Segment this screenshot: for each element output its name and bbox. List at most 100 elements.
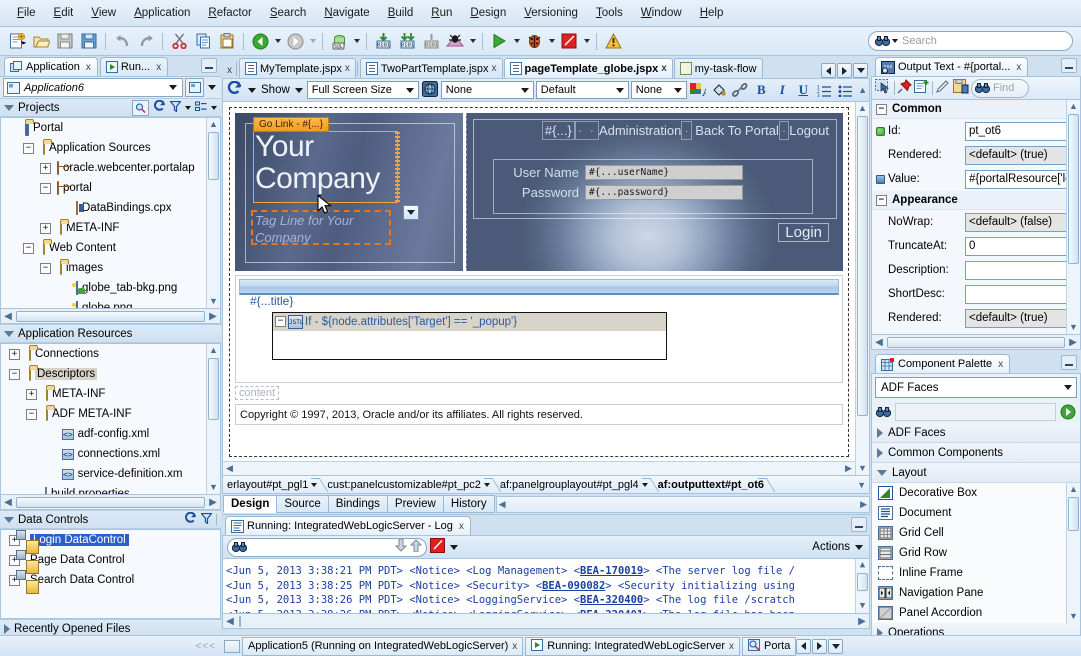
- log-error-code[interactable]: BEA-320400: [580, 594, 643, 606]
- log-stop-dropdown-arrow[interactable]: [448, 539, 460, 555]
- breadcrumb-item[interactable]: af:outputtext#pt_ot6: [654, 477, 770, 493]
- tree-item[interactable]: DataBindings.cpx: [1, 198, 220, 218]
- menu-design[interactable]: Design: [461, 4, 515, 22]
- show-dropdown-arrow[interactable]: [293, 82, 305, 98]
- status-list-button[interactable]: [828, 638, 844, 654]
- login-globe-panel[interactable]: #{...} · · Administration · Back To Portal ·…: [466, 113, 843, 271]
- screen-size-combo[interactable]: Full Screen Size: [306, 81, 419, 99]
- copy-icon[interactable]: [192, 30, 214, 52]
- breadcrumb-item[interactable]: cust:panelcustomizable#pt_pc2: [323, 477, 495, 493]
- topnav-administration[interactable]: Administration: [599, 123, 681, 138]
- run-dropdown-arrow[interactable]: [511, 31, 522, 51]
- scroll-left-icon[interactable]: ◀: [1, 497, 15, 508]
- tree-item[interactable]: + META-INF: [1, 218, 220, 238]
- title-expression[interactable]: #{...title}: [250, 294, 293, 308]
- project-tree-vscroll[interactable]: ▲ ▼: [206, 118, 220, 308]
- palette-item[interactable]: Decorative Box: [872, 483, 1080, 503]
- menu-versioning[interactable]: Versioning: [515, 4, 587, 22]
- sql-icon[interactable]: SQL: [328, 30, 350, 52]
- log-error-code[interactable]: BEA-320401: [580, 609, 643, 614]
- status-grip[interactable]: [224, 639, 240, 653]
- new-icon[interactable]: [6, 30, 28, 52]
- link-icon[interactable]: [731, 81, 750, 100]
- property-value-field[interactable]: [965, 260, 1078, 280]
- none-combo-2[interactable]: None: [630, 81, 687, 99]
- tree-item[interactable]: <> service-definition.xm: [1, 464, 220, 484]
- expand-icon[interactable]: +: [9, 348, 20, 360]
- close-icon[interactable]: x: [225, 65, 236, 78]
- resources-tree-hscroll[interactable]: ◀ ▶: [0, 495, 221, 510]
- tab-component-palette[interactable]: Component Palette x: [875, 354, 1011, 373]
- refresh-icon[interactable]: [153, 99, 166, 115]
- chevron-down-icon[interactable]: [167, 80, 179, 96]
- collapse-icon[interactable]: −: [40, 182, 51, 194]
- editor-tab-my-task-flow[interactable]: my-task-flow: [673, 58, 763, 78]
- warning-icon[interactable]: [602, 30, 624, 52]
- refresh-dropdown-arrow[interactable]: [246, 82, 258, 98]
- tree-item[interactable]: − ADF META-INF: [1, 404, 220, 424]
- scroll-up-icon[interactable]: ▲: [856, 559, 870, 572]
- tab-list-button[interactable]: [853, 63, 868, 78]
- tree-item[interactable]: − Web Content: [1, 238, 220, 258]
- pin-icon[interactable]: [897, 79, 912, 97]
- scroll-right-icon[interactable]: ▶: [842, 463, 855, 474]
- palette-item[interactable]: Document: [872, 503, 1080, 523]
- property-value-field[interactable]: pt_ot6: [965, 121, 1078, 141]
- tree-item[interactable]: Portal: [1, 118, 220, 138]
- sql-dropdown-arrow[interactable]: [351, 31, 362, 51]
- application-combo[interactable]: Application6: [3, 78, 183, 97]
- chevron-down-icon[interactable]: [614, 82, 626, 98]
- tab-prev-button[interactable]: [821, 63, 836, 78]
- close-icon[interactable]: x: [1016, 62, 1021, 73]
- collapse-icon[interactable]: −: [23, 242, 34, 254]
- tab-output-text-properties[interactable]: xyz Output Text - #{portal... x: [875, 57, 1029, 76]
- data-controls-header[interactable]: Data Controls: [0, 510, 221, 529]
- log-hscroll[interactable]: ◀ ▶: [222, 614, 870, 629]
- copyright-region[interactable]: Copyright © 1997, 2013, Oracle and/or it…: [235, 404, 843, 425]
- log-vscroll[interactable]: ▲ ▼: [855, 559, 869, 613]
- scroll-right-icon[interactable]: ▶: [860, 499, 867, 510]
- log-output[interactable]: ▲ ▼ <Jun 5, 2013 3:38:21 PM PDT> <Notice…: [222, 559, 870, 614]
- debug-icon[interactable]: [523, 30, 545, 52]
- close-icon[interactable]: x: [492, 63, 497, 74]
- cut-icon[interactable]: [168, 30, 190, 52]
- pi-vscroll[interactable]: ▲ ▼: [1066, 100, 1080, 334]
- menu-application[interactable]: Application: [125, 4, 199, 22]
- status-tab[interactable]: Running: IntegratedWebLogicServer x: [525, 636, 741, 656]
- view-tab-design[interactable]: Design: [223, 495, 278, 513]
- font-color-icon[interactable]: A: [689, 81, 708, 100]
- status-tab[interactable]: Application5 (Running on IntegratedWebLo…: [242, 636, 524, 656]
- actions-dropdown-arrow[interactable]: [853, 539, 865, 555]
- close-icon[interactable]: x: [512, 641, 517, 652]
- open-icon[interactable]: [30, 30, 52, 52]
- run-icon[interactable]: [488, 30, 510, 52]
- expand-icon[interactable]: +: [40, 222, 51, 234]
- topnav-back-to-portal[interactable]: Back To Portal: [695, 123, 779, 138]
- tree-item[interactable]: − portal: [1, 178, 220, 198]
- pi-hscroll[interactable]: ◀ ▶: [871, 335, 1081, 350]
- search-up-icon[interactable]: [409, 539, 423, 555]
- paste-icon[interactable]: [216, 30, 238, 52]
- palette-section-common-components[interactable]: Common Components: [872, 443, 1080, 463]
- scroll-left-icon[interactable]: ◀: [1, 311, 15, 322]
- search-projects-icon[interactable]: [132, 99, 149, 116]
- step-into-icon[interactable]: 0101: [372, 30, 394, 52]
- menu-run[interactable]: Run: [422, 4, 461, 22]
- tree-item[interactable]: <> adf-config.xml: [1, 424, 220, 444]
- collapse-icon[interactable]: −: [275, 316, 286, 327]
- palette-item[interactable]: Panel Accordion: [872, 603, 1080, 623]
- expand-icon[interactable]: +: [40, 162, 51, 174]
- tree-item[interactable]: globe.png: [1, 298, 220, 308]
- palette-item[interactable]: Navigation Pane: [872, 583, 1080, 603]
- palette-vscroll[interactable]: ▲ ▼: [1066, 483, 1080, 623]
- log-tab[interactable]: Running: IntegratedWebLogicServer - Log …: [225, 516, 471, 535]
- status-next-button[interactable]: [812, 638, 828, 654]
- ordered-list-icon[interactable]: 123: [815, 81, 834, 100]
- globe-preview-icon[interactable]: [421, 80, 439, 100]
- log-error-code[interactable]: BEA-090082: [542, 580, 605, 592]
- palette-library-combo[interactable]: ADF Faces: [875, 377, 1077, 398]
- save-all-icon[interactable]: [78, 30, 100, 52]
- view-options-icon[interactable]: [195, 101, 207, 115]
- jstl-if-box[interactable]: − JSTL If - ${node.attributes['Target'] …: [272, 312, 667, 360]
- tree-item[interactable]: + Connections: [1, 344, 220, 364]
